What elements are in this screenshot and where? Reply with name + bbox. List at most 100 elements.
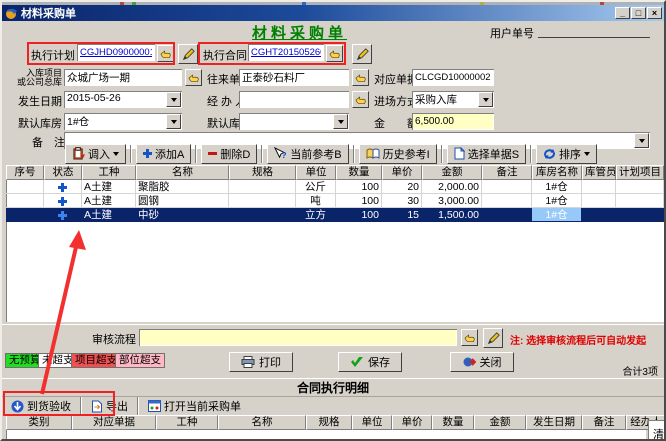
- exec-plan-input[interactable]: [77, 44, 155, 61]
- book-icon: [366, 148, 380, 160]
- project-pick-button[interactable]: [185, 69, 202, 86]
- column-header[interactable]: 计划项目: [616, 165, 664, 180]
- column-header[interactable]: 备注: [582, 415, 626, 430]
- sort-button[interactable]: 排序: [536, 144, 597, 164]
- maximize-button[interactable]: □: [631, 7, 646, 19]
- exec-contract-input[interactable]: [248, 44, 324, 61]
- column-header[interactable]: 对应单据: [72, 415, 156, 430]
- column-header[interactable]: 金额: [422, 165, 482, 180]
- column-header[interactable]: 工种: [82, 165, 136, 180]
- cell-amount: 1,500.00: [422, 208, 482, 222]
- cell-name: 聚脂胶: [136, 180, 229, 194]
- cell-warehouse: 1#仓: [532, 180, 582, 194]
- doc-input[interactable]: [412, 69, 494, 86]
- column-header[interactable]: 规格: [229, 165, 296, 180]
- select-document-button[interactable]: 选择单据S: [447, 144, 526, 164]
- handler-input[interactable]: [239, 91, 349, 108]
- column-header[interactable]: 单位: [296, 165, 336, 180]
- cell-trade: A土建: [82, 180, 136, 194]
- print-button[interactable]: 打印: [229, 352, 293, 372]
- default-warehouse-combobox[interactable]: 1#仓: [64, 113, 182, 130]
- column-header[interactable]: 数量: [336, 165, 382, 180]
- column-header[interactable]: 工种: [156, 415, 218, 430]
- export-button[interactable]: 导出: [86, 398, 133, 415]
- cell-price: 30: [382, 194, 422, 208]
- open-current-po-button[interactable]: 打开当前采购单: [143, 398, 246, 415]
- delete-button[interactable]: 删除D: [201, 144, 257, 164]
- handler-pick-button[interactable]: [352, 91, 369, 108]
- receive-diamond-icon: [11, 400, 24, 413]
- audit-edit-button[interactable]: [483, 328, 503, 348]
- minimize-button[interactable]: _: [615, 7, 630, 19]
- table-row[interactable]: A土建 圆钢 吨 100 30 3,000.00 1#仓: [6, 194, 664, 208]
- column-header[interactable]: 库房名称: [532, 165, 582, 180]
- hand-pick-icon: [355, 73, 367, 83]
- import-button[interactable]: 调入: [65, 144, 126, 164]
- toolbar-separator: [80, 397, 82, 415]
- column-header[interactable]: 库管员: [582, 165, 616, 180]
- warehouse-dropdown-button[interactable]: [166, 114, 181, 129]
- row-status-plus-icon: [58, 197, 67, 206]
- column-header[interactable]: 单价: [392, 415, 432, 430]
- hand-pick-icon: [329, 49, 341, 59]
- audit-flow-input[interactable]: [139, 329, 457, 346]
- entry-mode-combobox[interactable]: 采购入库: [412, 91, 494, 108]
- table-row[interactable]: A土建 聚脂胶 公斤 100 20 2,000.00 1#仓: [6, 180, 664, 194]
- partner-pick-button[interactable]: [352, 69, 369, 86]
- column-header[interactable]: 单价: [382, 165, 422, 180]
- amount-input[interactable]: [412, 113, 494, 130]
- toolbar-separator: [353, 145, 355, 163]
- cell-plan-item: [616, 180, 664, 194]
- plan-contract-row: 执行计划 执行合同: [2, 42, 664, 66]
- contract-detail-title-bar: 合同执行明细: [2, 378, 664, 396]
- hand-pick-icon: [160, 49, 172, 59]
- window-titlebar: 材料采购单 _ □ ×: [2, 5, 664, 21]
- column-header[interactable]: 状态: [44, 165, 82, 180]
- close-form-button[interactable]: 关闭: [450, 352, 514, 372]
- toolbar-separator: [441, 145, 443, 163]
- project-input[interactable]: [64, 69, 182, 86]
- audit-pick-button[interactable]: [461, 329, 478, 346]
- column-header[interactable]: 数量: [432, 415, 474, 430]
- sort-cycle-icon: [543, 148, 556, 160]
- column-header[interactable]: 备注: [482, 165, 532, 180]
- column-header[interactable]: 单位: [352, 415, 392, 430]
- chevron-down-icon: [338, 120, 344, 127]
- open-window-icon: [148, 400, 161, 412]
- cell-warehouse: 1#仓: [532, 194, 582, 208]
- current-reference-button[interactable]: ? 当前参考B: [267, 144, 348, 164]
- cell-price: 15: [382, 208, 422, 222]
- exec-contract-pick-button[interactable]: [326, 45, 343, 62]
- cell-keeper: [582, 180, 616, 194]
- cell-keeper: [582, 208, 616, 222]
- cell-seq: [6, 208, 44, 222]
- exec-plan-edit-button[interactable]: [178, 44, 198, 64]
- toolbar-separator: [130, 145, 132, 163]
- column-header[interactable]: 名称: [218, 415, 306, 430]
- add-button[interactable]: 添加A: [136, 144, 191, 164]
- date-dropdown-button[interactable]: [166, 92, 181, 107]
- history-reference-button[interactable]: 历史参考I: [359, 144, 437, 164]
- column-header[interactable]: 规格: [306, 415, 352, 430]
- user-doc-no-line: [538, 37, 650, 38]
- save-button[interactable]: 保存: [338, 352, 402, 372]
- exec-contract-edit-button[interactable]: [352, 44, 372, 64]
- date-combobox[interactable]: 2015-05-26: [64, 91, 182, 108]
- form-header: 材料采购单 用户单号: [2, 21, 664, 42]
- default-warehouse-value: 1#仓: [64, 113, 165, 130]
- column-header[interactable]: 名称: [136, 165, 229, 180]
- goods-receipt-button[interactable]: 到货验收: [6, 398, 76, 415]
- keeper-dropdown-button[interactable]: [333, 114, 348, 129]
- partner-input[interactable]: [239, 69, 349, 86]
- default-keeper-combobox[interactable]: [239, 113, 349, 130]
- column-header[interactable]: 金额: [474, 415, 526, 430]
- column-header[interactable]: 序号: [6, 165, 44, 180]
- contract-grid-body: [6, 430, 646, 441]
- close-button[interactable]: ×: [647, 7, 662, 19]
- column-header[interactable]: 类别: [6, 415, 72, 430]
- table-row-selected[interactable]: A土建 中砂 立方 100 15 1,500.00 1#仓: [6, 208, 664, 222]
- column-header[interactable]: 发生日期: [526, 415, 582, 430]
- entry-mode-dropdown-button[interactable]: [478, 92, 493, 107]
- exec-plan-label: 执行计划: [31, 47, 75, 63]
- exec-plan-pick-button[interactable]: [157, 45, 174, 62]
